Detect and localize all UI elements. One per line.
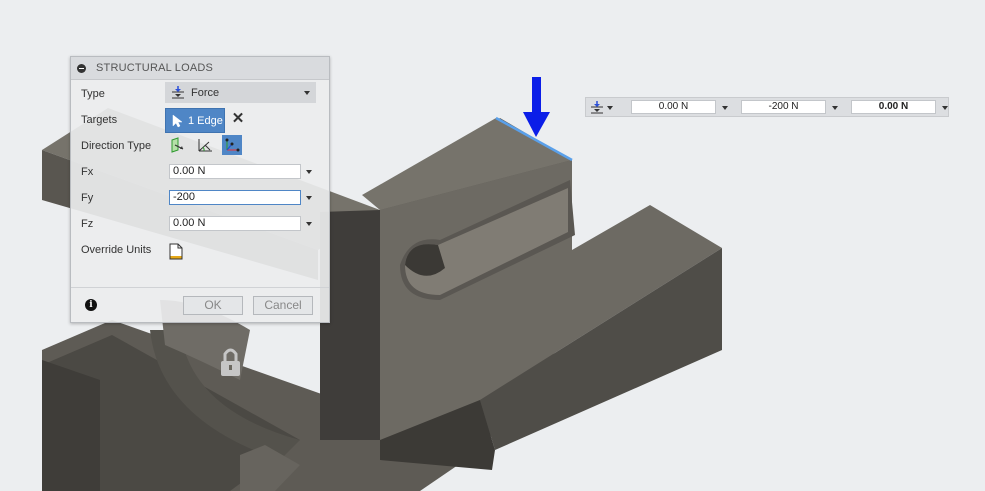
- normal-direction-button[interactable]: [167, 135, 187, 155]
- type-select[interactable]: Force: [165, 82, 316, 103]
- info-icon[interactable]: i: [85, 299, 97, 311]
- direction-type-row: Direction Type: [81, 136, 165, 156]
- override-units-row: Override Units: [81, 240, 165, 260]
- dialog-header: STRUCTURAL LOADS: [71, 57, 329, 80]
- toolbar-fx-input[interactable]: 0.00 N: [631, 100, 716, 114]
- override-units-label: Override Units: [81, 244, 152, 256]
- type-label: Type: [81, 88, 105, 100]
- ok-button[interactable]: OK: [183, 296, 243, 315]
- fx-label: Fx: [81, 166, 94, 178]
- clear-icon[interactable]: ✕: [231, 111, 245, 127]
- override-units-icon[interactable]: [169, 243, 183, 260]
- fy-input[interactable]: -200: [169, 190, 301, 205]
- fy-label: Fy: [81, 192, 94, 204]
- cancel-button[interactable]: Cancel: [253, 296, 313, 315]
- toolbar-fz-input[interactable]: 0.00 N: [851, 100, 936, 114]
- fy-dropdown[interactable]: [306, 196, 312, 200]
- fy-row: Fy: [81, 188, 165, 208]
- targets-value: 1 Edge: [188, 114, 223, 127]
- fx-row: Fx: [81, 162, 165, 182]
- collapse-icon[interactable]: [77, 63, 86, 73]
- dialog-footer: i OK Cancel: [71, 287, 329, 323]
- fz-input[interactable]: 0.00 N: [169, 216, 301, 231]
- angle-direction-button[interactable]: [195, 135, 215, 155]
- normal-direction-icon: [171, 137, 184, 153]
- force-value-toolbar: 0.00 N -200 N 0.00 N: [585, 97, 949, 117]
- targets-selection-button[interactable]: 1 Edge: [165, 108, 225, 133]
- targets-row: Targets: [81, 110, 165, 130]
- direction-type-label: Direction Type: [81, 140, 152, 152]
- fz-dropdown[interactable]: [306, 222, 312, 226]
- cursor-icon: [172, 113, 183, 127]
- fz-row: Fz: [81, 214, 165, 234]
- dialog-title: STRUCTURAL LOADS: [96, 62, 214, 74]
- type-row: Type: [81, 84, 165, 104]
- structural-loads-dialog: STRUCTURAL LOADS Type Force Targets 1 Ed…: [70, 56, 330, 323]
- toolbar-type-select[interactable]: [590, 100, 618, 115]
- chevron-down-icon: [304, 91, 310, 95]
- force-icon: [172, 85, 184, 98]
- vector-direction-icon: [225, 138, 240, 152]
- type-value: Force: [191, 86, 220, 99]
- fx-input[interactable]: 0.00 N: [169, 164, 301, 179]
- toolbar-fz-dropdown[interactable]: [942, 106, 948, 110]
- fx-dropdown[interactable]: [306, 170, 312, 174]
- vector-direction-button[interactable]: [222, 135, 242, 155]
- targets-label: Targets: [81, 114, 118, 126]
- toolbar-fy-input[interactable]: -200 N: [741, 100, 826, 114]
- chevron-down-icon: [607, 105, 613, 110]
- angle-direction-icon: [198, 139, 212, 152]
- fz-label: Fz: [81, 218, 94, 230]
- toolbar-fy-dropdown[interactable]: [832, 106, 838, 110]
- toolbar-fx-dropdown[interactable]: [722, 106, 728, 110]
- force-icon: [591, 100, 603, 113]
